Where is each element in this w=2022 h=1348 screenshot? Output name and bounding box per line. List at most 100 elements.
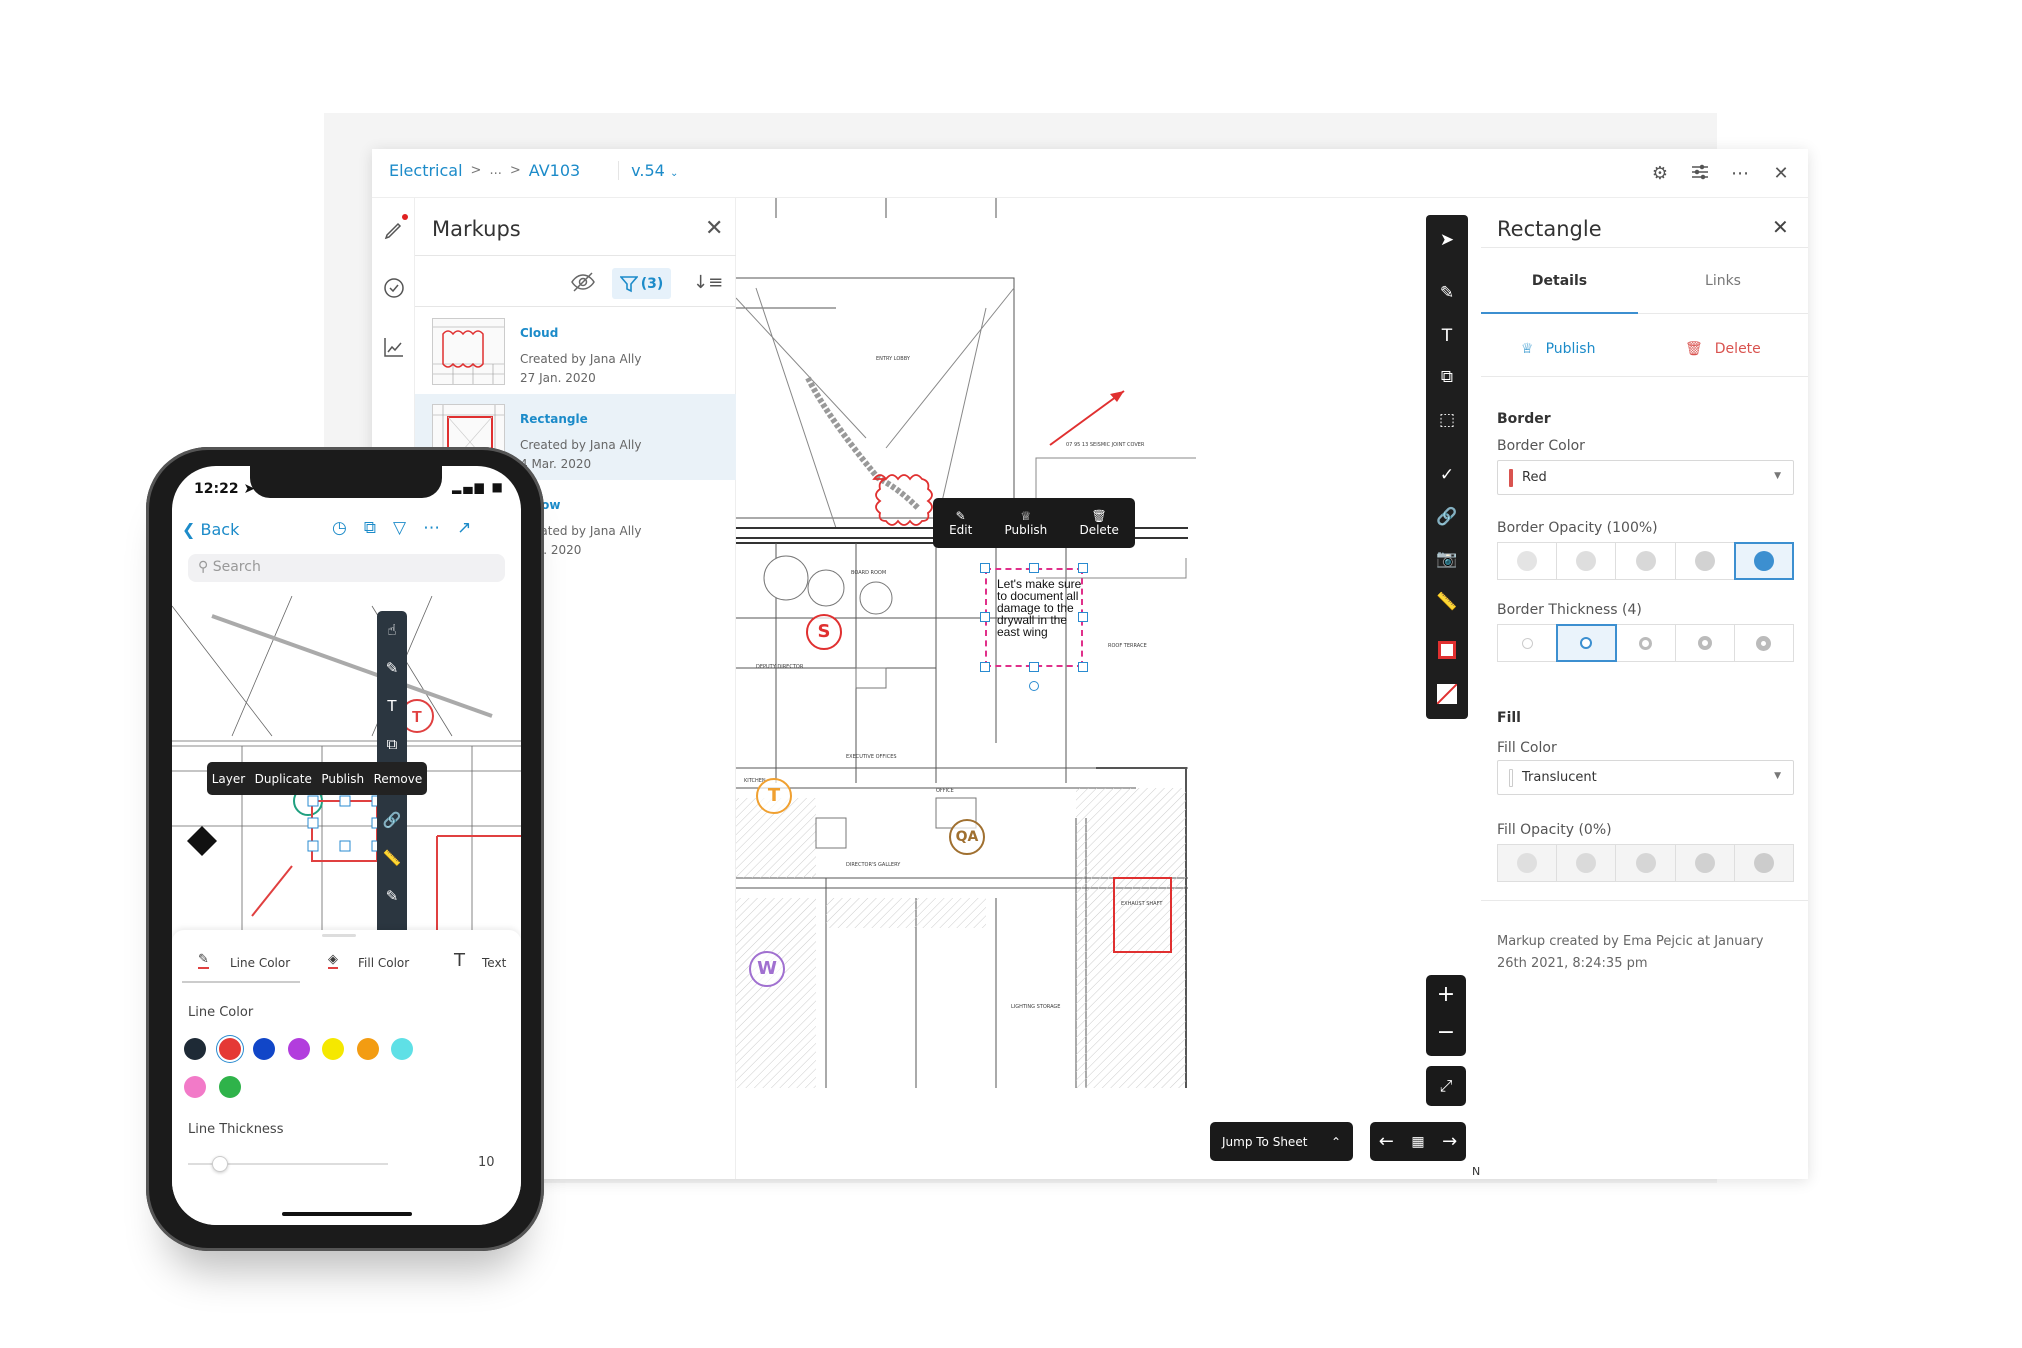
edit-button[interactable]: ✎ Edit (949, 509, 972, 537)
link-icon[interactable]: 🔗 (1435, 505, 1459, 529)
option-1[interactable] (1498, 845, 1558, 881)
sheet-handle[interactable] (322, 934, 356, 937)
tab-line-color[interactable]: ✎ Line Color (182, 946, 300, 983)
border-color-dropdown[interactable]: Red ▼ (1497, 460, 1794, 495)
color-swatch[interactable] (253, 1038, 275, 1060)
marker-w[interactable]: W (749, 951, 785, 987)
border-color-icon[interactable] (1435, 641, 1459, 665)
delete-button[interactable]: 🗑 Delete (1685, 341, 1761, 357)
pen-icon[interactable]: ✎ (1435, 281, 1459, 305)
history-icon[interactable]: ◷ (332, 518, 347, 538)
markup-pen-icon[interactable] (382, 214, 408, 242)
marker-s[interactable]: S (806, 614, 842, 650)
close-icon[interactable]: ✕ (1769, 162, 1793, 186)
publish-button[interactable]: ♕ Publish (1521, 341, 1595, 357)
zoom-in-button[interactable]: + (1426, 975, 1466, 1015)
option-5[interactable] (1733, 542, 1795, 580)
layer-button[interactable]: Layer (212, 772, 245, 786)
rotate-handle[interactable] (1029, 681, 1039, 691)
resize-handle[interactable] (1078, 563, 1088, 573)
option-4[interactable] (1676, 543, 1735, 579)
resize-handle[interactable] (1078, 612, 1088, 622)
delete-button[interactable]: 🗑 Delete (1079, 509, 1118, 537)
option-1[interactable] (1498, 543, 1558, 579)
resize-handle[interactable] (980, 612, 990, 622)
previous-sheet-icon[interactable]: ← (1379, 1131, 1394, 1152)
color-swatch[interactable] (356, 1038, 379, 1060)
resize-handle[interactable] (1078, 662, 1088, 672)
resize-handle[interactable] (980, 563, 990, 573)
option-5[interactable] (1735, 625, 1793, 661)
visibility-off-icon[interactable] (570, 271, 596, 297)
hand-icon[interactable]: ☝ (380, 621, 404, 639)
option-4[interactable] (1676, 625, 1735, 661)
issues-check-icon[interactable] (382, 276, 406, 300)
color-swatch[interactable] (218, 1038, 241, 1060)
select-icon[interactable]: ➤ (1435, 228, 1459, 252)
ruler-icon[interactable]: 📏 (1435, 590, 1459, 614)
breadcrumb-ellipsis[interactable]: ... (489, 163, 501, 178)
color-swatch[interactable] (287, 1038, 310, 1060)
drawing-canvas[interactable]: ENTRY LOBBY BOARD ROOM DEPUTY DIRECTOR E… (736, 198, 1481, 1179)
share-icon[interactable]: ↗ (457, 518, 471, 538)
tab-details[interactable]: Details (1481, 248, 1638, 314)
breadcrumb-sheet[interactable]: AV103 (529, 161, 580, 180)
marker-t[interactable]: T (756, 778, 792, 814)
tab-fill-color[interactable]: ◈ Fill Color (322, 946, 432, 983)
filter-button[interactable]: (3) (612, 268, 671, 299)
close-icon[interactable]: ✕ (1772, 215, 1789, 239)
close-icon[interactable]: ✕ (705, 216, 723, 241)
version-dropdown[interactable]: v.54 ⌄ (618, 161, 678, 180)
option-1[interactable] (1498, 625, 1558, 661)
publish-button[interactable]: Publish (321, 772, 364, 786)
resize-handle[interactable] (1029, 662, 1039, 672)
remove-button[interactable]: Remove (374, 772, 423, 786)
option-2[interactable] (1557, 543, 1617, 579)
camera-icon[interactable]: 📷 (1435, 547, 1459, 571)
color-swatch[interactable] (218, 1076, 241, 1098)
option-2[interactable] (1557, 845, 1617, 881)
pencil-icon[interactable]: ✎ (380, 887, 404, 905)
sort-icon[interactable]: ↓≡ (693, 272, 723, 293)
option-3[interactable] (1616, 625, 1676, 661)
jump-to-sheet-button[interactable]: Jump To Sheet ⌃ (1210, 1122, 1353, 1161)
link-icon[interactable]: 🔗 (380, 811, 404, 829)
ruler-icon[interactable]: 📏 (380, 849, 404, 867)
option-4[interactable] (1676, 845, 1735, 881)
breadcrumb-electrical[interactable]: Electrical (389, 161, 463, 180)
fill-color-dropdown[interactable]: Translucent ▼ (1497, 760, 1794, 795)
resize-handle[interactable] (1029, 563, 1039, 573)
resize-handle[interactable] (980, 662, 990, 672)
fit-to-screen-button[interactable]: ⤢ (1426, 1066, 1466, 1106)
selected-text-markup[interactable]: Let's make sure to document all damage t… (985, 568, 1083, 667)
option-5[interactable] (1735, 845, 1793, 881)
layers-icon[interactable]: ⧉ (364, 518, 376, 538)
zoom-out-button[interactable]: − (1426, 1015, 1466, 1051)
lasso-icon[interactable]: ⬚ (1435, 408, 1459, 432)
more-icon[interactable]: ⋯ (1728, 162, 1752, 186)
markup-item-cloud[interactable]: Cloud Created by Jana Ally 27 Jan. 2020 (415, 308, 736, 394)
slider-thumb[interactable] (212, 1156, 228, 1172)
cloud-markup[interactable] (868, 469, 938, 527)
grid-icon[interactable]: ▦ (1411, 1134, 1424, 1150)
more-icon[interactable]: ⋯ (423, 518, 440, 538)
option-3[interactable] (1616, 543, 1676, 579)
color-swatch[interactable] (322, 1038, 344, 1060)
arrow-markup[interactable] (1044, 379, 1134, 459)
next-sheet-icon[interactable]: → (1442, 1131, 1457, 1152)
shapes-icon[interactable]: ⧉ (380, 735, 404, 753)
marker-qa[interactable]: QA (949, 819, 985, 855)
shapes-icon[interactable]: ⧉ (1435, 365, 1459, 389)
tab-links[interactable]: Links (1638, 248, 1808, 314)
option-3[interactable] (1616, 845, 1676, 881)
duplicate-button[interactable]: Duplicate (255, 772, 312, 786)
line-thickness-slider[interactable] (188, 1156, 388, 1172)
publish-button[interactable]: ♕ Publish (1005, 509, 1048, 537)
color-swatch[interactable] (184, 1038, 206, 1060)
search-input[interactable]: ⚲ Search (188, 554, 505, 582)
chart-icon[interactable] (382, 335, 406, 359)
gear-icon[interactable]: ⚙ (1648, 162, 1672, 186)
text-icon[interactable]: T (380, 697, 404, 715)
tab-text[interactable]: T Text (454, 946, 521, 983)
color-swatch[interactable] (184, 1076, 206, 1098)
